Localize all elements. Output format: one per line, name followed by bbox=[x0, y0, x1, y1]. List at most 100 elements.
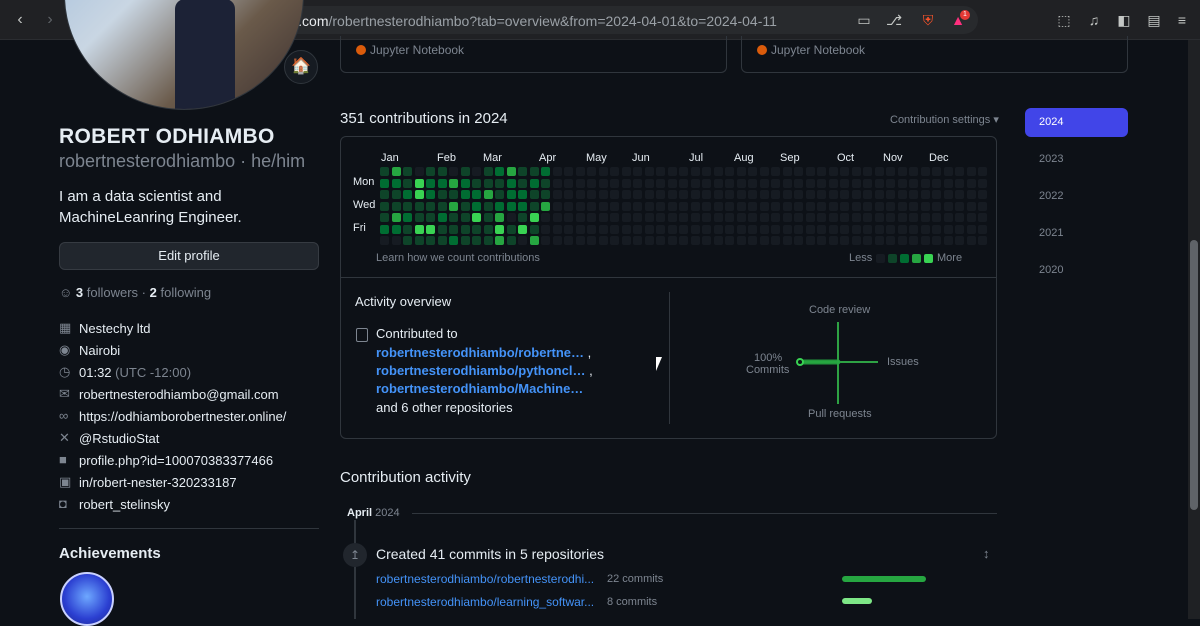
contribution-day[interactable] bbox=[966, 236, 976, 245]
contribution-day[interactable] bbox=[495, 167, 504, 176]
contribution-day[interactable] bbox=[863, 236, 872, 245]
contribution-day[interactable] bbox=[920, 236, 930, 245]
activity-repo-link[interactable]: robertnesterodhiambo/pythoncl… bbox=[376, 363, 585, 378]
contribution-day[interactable] bbox=[403, 190, 412, 199]
contribution-day[interactable] bbox=[621, 236, 631, 245]
achievement-badge-icon[interactable] bbox=[60, 572, 114, 626]
contribution-day[interactable] bbox=[978, 178, 987, 188]
extensions-icon[interactable]: ⬚ bbox=[1056, 12, 1072, 28]
contribution-day[interactable] bbox=[897, 178, 907, 188]
contribution-day[interactable] bbox=[598, 178, 608, 188]
contribution-day[interactable] bbox=[495, 201, 504, 211]
contribution-day[interactable] bbox=[955, 167, 964, 176]
contribution-day[interactable] bbox=[690, 201, 700, 211]
contribution-day[interactable] bbox=[610, 178, 619, 188]
contribution-day[interactable] bbox=[897, 213, 907, 222]
contribution-day[interactable] bbox=[920, 201, 930, 211]
contribution-day[interactable] bbox=[771, 178, 780, 188]
contribution-day[interactable] bbox=[828, 213, 838, 222]
contribution-day[interactable] bbox=[863, 224, 872, 234]
contribution-day[interactable] bbox=[874, 178, 884, 188]
contribution-day[interactable] bbox=[633, 178, 642, 188]
contribution-day[interactable] bbox=[483, 224, 493, 234]
contribution-day[interactable] bbox=[886, 213, 895, 222]
contribution-day[interactable] bbox=[518, 224, 527, 234]
contribution-day[interactable] bbox=[725, 213, 734, 222]
contribution-day[interactable] bbox=[966, 190, 976, 199]
contribution-day[interactable] bbox=[610, 201, 619, 211]
year-2020[interactable]: 2020 bbox=[1025, 256, 1128, 285]
contribution-day[interactable] bbox=[426, 224, 435, 234]
contribution-day[interactable] bbox=[840, 224, 849, 234]
contribution-day[interactable] bbox=[713, 167, 723, 176]
contribution-day[interactable] bbox=[794, 190, 803, 199]
contribution-day[interactable] bbox=[426, 167, 435, 176]
contribution-day[interactable] bbox=[817, 201, 826, 211]
contribution-day[interactable] bbox=[679, 167, 688, 176]
contribution-day[interactable] bbox=[943, 201, 953, 211]
contribution-day[interactable] bbox=[920, 167, 930, 176]
contribution-day[interactable] bbox=[644, 201, 654, 211]
contribution-day[interactable] bbox=[690, 236, 700, 245]
contribution-day[interactable] bbox=[932, 224, 941, 234]
contribution-day[interactable] bbox=[966, 213, 976, 222]
contribution-day[interactable] bbox=[460, 190, 470, 199]
contribution-day[interactable] bbox=[966, 178, 976, 188]
contribution-day[interactable] bbox=[529, 224, 539, 234]
contribution-day[interactable] bbox=[564, 236, 573, 245]
contribution-day[interactable] bbox=[391, 213, 401, 222]
contribution-day[interactable] bbox=[840, 201, 849, 211]
contribution-day[interactable] bbox=[805, 236, 815, 245]
fold-icon[interactable]: ↕ bbox=[983, 546, 990, 561]
contribution-day[interactable] bbox=[863, 213, 872, 222]
contribution-day[interactable] bbox=[495, 213, 504, 222]
contribution-day[interactable] bbox=[552, 236, 562, 245]
contribution-day[interactable] bbox=[633, 236, 642, 245]
contribution-day[interactable] bbox=[771, 224, 780, 234]
contribution-day[interactable] bbox=[449, 178, 458, 188]
contribution-day[interactable] bbox=[828, 178, 838, 188]
contribution-day[interactable] bbox=[552, 190, 562, 199]
detail-linkedin[interactable]: ▣ in/robert-nester-320233187 bbox=[59, 474, 319, 492]
contribution-day[interactable] bbox=[679, 213, 688, 222]
facebook-link[interactable]: profile.php?id=100070383377466 bbox=[79, 453, 273, 468]
contribution-day[interactable] bbox=[529, 236, 539, 245]
contribution-day[interactable] bbox=[874, 167, 884, 176]
contribution-day[interactable] bbox=[840, 236, 849, 245]
contribution-day[interactable] bbox=[575, 201, 585, 211]
contribution-day[interactable] bbox=[437, 236, 447, 245]
contribution-day[interactable] bbox=[771, 201, 780, 211]
contribution-day[interactable] bbox=[851, 178, 861, 188]
back-icon[interactable]: ‹ bbox=[10, 10, 30, 30]
contribution-day[interactable] bbox=[828, 201, 838, 211]
contribution-day[interactable] bbox=[414, 167, 424, 176]
contribution-day[interactable] bbox=[690, 190, 700, 199]
contribution-day[interactable] bbox=[736, 178, 746, 188]
music-icon[interactable]: ♫ bbox=[1086, 12, 1102, 28]
contribution-day[interactable] bbox=[644, 213, 654, 222]
contribution-day[interactable] bbox=[874, 224, 884, 234]
contribution-day[interactable] bbox=[644, 178, 654, 188]
contribution-day[interactable] bbox=[414, 236, 424, 245]
contribution-day[interactable] bbox=[955, 201, 964, 211]
contribution-day[interactable] bbox=[759, 224, 769, 234]
contribution-day[interactable] bbox=[702, 201, 711, 211]
contribution-day[interactable] bbox=[575, 178, 585, 188]
contribution-day[interactable] bbox=[851, 224, 861, 234]
contribution-day[interactable] bbox=[817, 178, 826, 188]
contribution-day[interactable] bbox=[920, 224, 930, 234]
contribution-day[interactable] bbox=[805, 167, 815, 176]
contribution-day[interactable] bbox=[909, 190, 918, 199]
contribution-day[interactable] bbox=[564, 201, 573, 211]
contribution-day[interactable] bbox=[782, 178, 792, 188]
contribution-day[interactable] bbox=[851, 213, 861, 222]
contribution-day[interactable] bbox=[391, 178, 401, 188]
contribution-day[interactable] bbox=[541, 190, 550, 199]
contribution-day[interactable] bbox=[897, 167, 907, 176]
contribution-day[interactable] bbox=[978, 167, 987, 176]
contribution-day[interactable] bbox=[587, 213, 596, 222]
contribution-day[interactable] bbox=[598, 224, 608, 234]
contribution-day[interactable] bbox=[966, 224, 976, 234]
contribution-day[interactable] bbox=[414, 178, 424, 188]
contribution-day[interactable] bbox=[564, 224, 573, 234]
